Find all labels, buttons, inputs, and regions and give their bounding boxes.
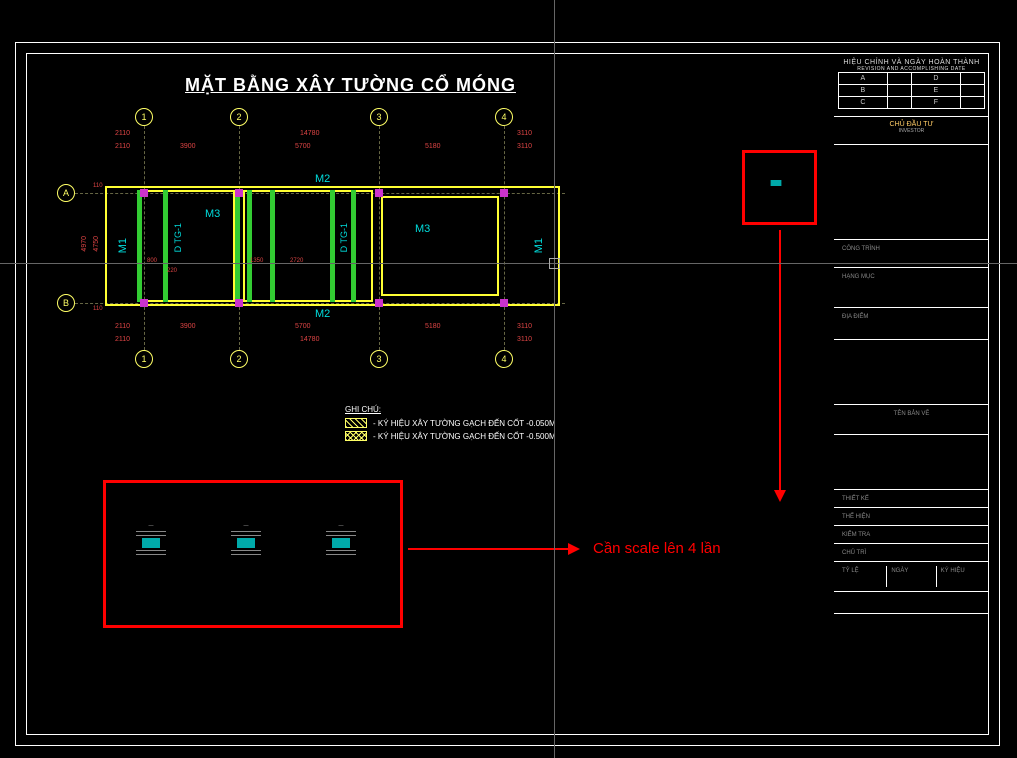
approved-label: CHỦ TRÌ [838,548,985,558]
dim-bot-in-3: 5700 [295,323,311,330]
investor-label-en: INVESTOR [838,128,985,134]
green-wall-1 [137,190,142,302]
dim-bot-in-1: 2110 [115,323,130,330]
grid-bubble-B: B [57,294,75,312]
drawn-label: THỂ HIỆN [838,512,985,522]
label-M2-top: M2 [315,173,330,185]
grid-bubble-1-bot: 1 [135,350,153,368]
dim-left-mid: 4750 [93,236,100,252]
crosshair-horizontal [0,263,1017,264]
annotation-text: Cần scale lên 4 lần [593,540,721,557]
dim-top-in-1: 2110 [115,143,130,150]
dim-bot-in-5: 3110 [517,323,532,330]
dim-left-top: 110 [93,183,103,189]
label-M3-2: M3 [415,223,430,235]
dim-top-in-2: 3900 [180,143,196,150]
green-wall-5 [270,190,275,302]
arrow-horizontal [408,548,568,550]
grid-bubble-3-bot: 3 [370,350,388,368]
sheet-label: KÝ HIỆU [937,566,985,587]
dim-top-out-3: 3110 [517,130,532,137]
project-label: CÔNG TRÌNH [838,244,985,254]
column-1B [140,299,148,307]
dim-bot-in-2: 3900 [180,323,196,330]
grid-bubble-1-top: 1 [135,108,153,126]
titleblock: HIỆU CHỈNH VÀ NGÀY HOÀN THÀNH REVISION A… [834,55,989,733]
scale-label: TỶ LỆ [838,566,887,587]
label-M3-1: M3 [205,208,220,220]
cursor-pickbox [549,258,560,269]
green-wall-7 [351,190,356,302]
label-DTG1-b: D TG-1 [339,223,349,252]
wall-room-3 [381,196,499,296]
dim-inner-220: 220 [167,268,177,274]
dim-top-in-4: 5180 [425,143,441,150]
column-4B [500,299,508,307]
grid-bubble-4-top: 4 [495,108,513,126]
dim-bot-out-1: 2110 [115,336,130,343]
green-wall-6 [330,190,335,302]
grid-bubble-2-bot: 2 [230,350,248,368]
drawing-name-label: TÊN BẢN VẼ [838,409,985,419]
column-4A [500,189,508,197]
label-M1-left: M1 [117,238,129,253]
investor-label: CHỦ ĐẦU TƯ [838,121,985,128]
dim-top-out-1: 2110 [115,130,130,137]
floor-plan[interactable]: 1 2 3 4 1 2 3 4 A B 2110 14780 3110 2110… [75,108,565,368]
grid-bubble-4-bot: 4 [495,350,513,368]
green-wall-2 [163,190,168,302]
dim-top-in-3: 5700 [295,143,311,150]
dim-top-out-2: 14780 [300,130,319,137]
green-wall-4 [247,190,252,302]
revision-table: AD BE CF [838,72,985,109]
arrow-vertical-head [774,490,786,502]
dim-bot-in-4: 5180 [425,323,441,330]
column-1A [140,189,148,197]
revision-header-en: REVISION AND ACCOMPLISHING DATE [838,66,985,72]
crosshair-vertical [554,0,555,758]
item-label: HẠNG MỤC [838,272,985,282]
legend-swatch-1 [345,418,367,428]
detail-mini-3: — [326,523,356,556]
label-M2-bottom: M2 [315,308,330,320]
legend-text-1: - KÝ HIỆU XÂY TƯỜNG GẠCH ĐẾN CỐT -0.050M [373,419,556,428]
checked-label: KIỂM TRA [838,530,985,540]
label-DTG1-a: D TG-1 [173,223,183,252]
legend-swatch-2 [345,431,367,441]
label-M1-right: M1 [533,238,545,253]
annotation-box-top[interactable] [742,150,817,225]
detail-mini-1: — [136,523,166,556]
revision-header: HIỆU CHỈNH VÀ NGÀY HOÀN THÀNH [838,59,985,66]
arrow-vertical [779,230,781,490]
column-3B [375,299,383,307]
grid-bubble-3-top: 3 [370,108,388,126]
column-3A [375,189,383,197]
dim-left-bot: 110 [93,306,103,312]
annotation-box-bottom[interactable]: — — — [103,480,403,628]
grid-bubble-2-top: 2 [230,108,248,126]
arrow-horizontal-head [568,543,580,555]
detail-mini-2: — [231,523,261,556]
wall-room-1 [140,190,235,302]
green-wall-3 [235,190,240,302]
column-2A [235,189,243,197]
legend-title: GHI CHÚ: [345,405,556,414]
plan-title: MẶT BẰNG XÂY TƯỜNG CỔ MÓNG [185,75,516,96]
dim-left-total: 4970 [81,236,88,252]
grid-bubble-A: A [57,184,75,202]
detail-mini-small [771,180,782,186]
legend-text-2: - KÝ HIỆU XÂY TƯỜNG GẠCH ĐẾN CỐT -0.500M [373,432,556,441]
dim-top-in-5: 3110 [517,143,532,150]
dim-bot-out-3: 3110 [517,336,532,343]
column-2B [235,299,243,307]
date-label: NGÀY [887,566,936,587]
designer-label: THIẾT KẾ [838,494,985,504]
legend: GHI CHÚ: - KÝ HIỆU XÂY TƯỜNG GẠCH ĐẾN CỐ… [345,405,556,444]
dim-bot-out-2: 14780 [300,336,319,343]
address-label: ĐỊA ĐIỂM [838,312,985,322]
